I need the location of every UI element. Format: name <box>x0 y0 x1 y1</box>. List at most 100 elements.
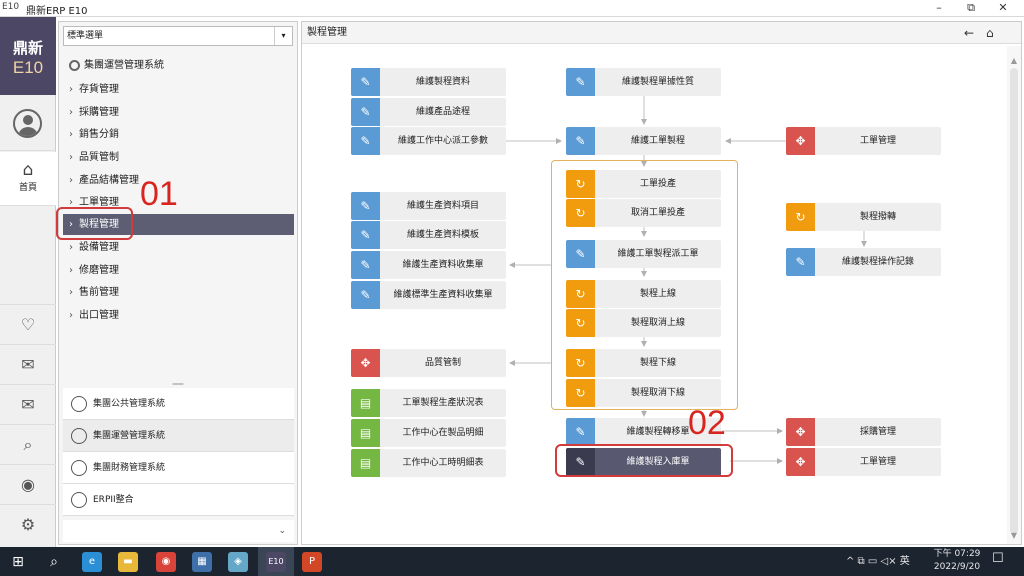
scrollbar-thumb[interactable] <box>1010 68 1018 534</box>
cycle-icon: ↻ <box>566 170 595 198</box>
chevron-down-icon[interactable]: ▾ <box>274 27 292 45</box>
system-list: 集團公共管理系統 集團運營管理系統 集團財務管理系統 ERPII整合 <box>63 388 294 516</box>
flow-node-button[interactable]: ✥ 工單管理 <box>786 448 941 476</box>
menu-selector[interactable]: 標準選單 ▾ <box>63 26 293 46</box>
edit-icon: ✎ <box>351 251 380 279</box>
erp-e10-icon[interactable]: E10 <box>266 552 286 572</box>
flow-node-button[interactable]: ✎ 維護生產資料收集單 <box>351 251 506 279</box>
mail-forward-icon[interactable]: ✉ <box>0 384 56 424</box>
menu-item[interactable]: › 售前管理 <box>63 282 294 303</box>
vertical-scrollbar[interactable]: ▲ ▼ <box>1007 46 1021 544</box>
move-icon: ✥ <box>786 418 815 446</box>
flow-node-button[interactable]: ↻ 製程下線 <box>566 349 721 377</box>
system-item-finance[interactable]: 集團財務管理系統 <box>63 452 294 484</box>
flow-node-button[interactable]: ✎ 維護製程單據性質 <box>566 68 721 96</box>
system-item-erpii[interactable]: ERPII整合 <box>63 484 294 516</box>
ring-icon <box>71 428 87 444</box>
windows-start-icon[interactable]: ⊞ <box>8 552 28 572</box>
flow-node-label: 工單投產 <box>639 179 676 189</box>
minimize-button[interactable]: – <box>924 0 954 16</box>
favorites-heart-icon[interactable]: ♡ <box>0 304 56 344</box>
flow-node-label: 工單製程生產狀況表 <box>402 398 484 408</box>
flow-node-button[interactable]: ↻ 製程取消下線 <box>566 379 721 407</box>
menu-item-label: 產品結構管理 <box>79 175 139 186</box>
left-rail: 鼎新 E10 ⌂ 首頁 ♡ ✉ ✉ ⌕ ◉ ⚙ <box>0 17 56 547</box>
flow-node-button[interactable]: ✎ 維護工單製程派工單 <box>566 240 721 268</box>
close-button[interactable]: ✕ <box>988 0 1018 16</box>
clock[interactable]: 下午 07:29 2022/9/20 <box>932 548 982 574</box>
edit-icon: ✎ <box>351 281 380 309</box>
menu-item[interactable]: › 產品結構管理 <box>63 170 294 191</box>
powerpoint-icon[interactable]: P <box>302 552 322 572</box>
chrome-browser-icon[interactable]: ◉ <box>156 552 176 572</box>
flow-node-button[interactable]: ↻ 製程上線 <box>566 280 721 308</box>
chevron-right-icon: › <box>69 287 73 298</box>
flow-node-button[interactable]: ✎ 維護標準生產資料收集單 <box>351 281 506 309</box>
flow-node-button[interactable]: ✎ 維護製程轉移單 <box>566 418 721 446</box>
menu-item[interactable]: › 存貨管理 <box>63 79 294 100</box>
notes-app-icon[interactable]: ◈ <box>228 552 248 572</box>
expand-more-button[interactable]: ⌄ <box>63 520 294 542</box>
flow-node-button[interactable]: ✥ 採購管理 <box>786 418 941 446</box>
notification-icon[interactable]: ☐ <box>992 551 1004 566</box>
menu-item[interactable]: › 採購管理 <box>63 102 294 123</box>
flow-node-button[interactable]: ✎ 維護工單製程 <box>566 127 721 155</box>
menu-item[interactable]: › 銷售分銷 <box>63 124 294 145</box>
user-avatar-button[interactable] <box>0 95 56 151</box>
menu-item[interactable]: › 設備管理 <box>63 237 294 258</box>
edit-icon: ✎ <box>566 127 595 155</box>
flow-node-button[interactable]: ✎ 維護製程資料 <box>351 68 506 96</box>
chevron-right-icon: › <box>69 242 73 253</box>
home-button[interactable]: ⌂ 首頁 <box>0 152 56 206</box>
flow-node-button[interactable]: ↻ 製程取消上線 <box>566 309 721 337</box>
flow-node-label: 工作中心工時明細表 <box>402 458 484 468</box>
cycle-icon: ↻ <box>566 309 595 337</box>
brand-logo: 鼎新 E10 <box>0 17 56 95</box>
flow-node-label: 維護製程資料 <box>415 77 470 87</box>
clock-date: 2022/9/20 <box>933 562 981 572</box>
menu-item[interactable]: › 品質管制 <box>63 147 294 168</box>
scroll-up-icon[interactable]: ▲ <box>1007 56 1021 65</box>
menu-item[interactable]: › 出口管理 <box>63 305 294 326</box>
search-icon[interactable]: ⌕ <box>44 552 64 572</box>
flow-node-button[interactable]: ↻ 取消工單投產 <box>566 199 721 227</box>
flow-node-button[interactable]: ✎ 維護生產資料項目 <box>351 192 506 220</box>
flow-node-button[interactable]: ✥ 工單管理 <box>786 127 941 155</box>
system-item-operations[interactable]: 集團運營管理系統 <box>63 420 294 452</box>
cycle-icon: ↻ <box>566 199 595 227</box>
flow-node-button[interactable]: ↻ 製程撥轉 <box>786 203 941 231</box>
flow-node-button[interactable]: ✎ 維護工作中心派工參數 <box>351 127 506 155</box>
flow-node-button[interactable]: ▤ 工單製程生產狀況表 <box>351 389 506 417</box>
flow-node-button[interactable]: ✎ 維護產品途程 <box>351 98 506 126</box>
home-icon[interactable]: ⌂ <box>986 22 994 44</box>
flow-node-button[interactable]: ✥ 品質管制 <box>351 349 506 377</box>
gear-icon[interactable]: ⚙ <box>0 504 56 544</box>
flow-node-label: 製程下線 <box>639 358 676 368</box>
mail-icon[interactable]: ✉ <box>0 344 56 384</box>
menu-item-label: 銷售分銷 <box>79 129 119 140</box>
user-settings-icon[interactable]: ◉ <box>0 464 56 504</box>
menu-item-label: 採購管理 <box>79 107 119 118</box>
menu-item[interactable]: › 修磨管理 <box>63 260 294 281</box>
scroll-down-icon[interactable]: ▼ <box>1007 531 1021 540</box>
os-taskbar: ⊞ ⌕ e ▬ ◉ ▦ ◈ E10 P ^ ⧉ ▭ ◁× 英 下午 07:29 2022/9… <box>0 547 1024 576</box>
maximize-button[interactable]: ⧉ <box>956 0 986 16</box>
menu-item-label: 存貨管理 <box>79 84 119 95</box>
search-icon[interactable]: ⌕ <box>0 424 56 464</box>
menu-item[interactable]: › 工單管理 <box>63 192 294 213</box>
calculator-icon[interactable]: ▦ <box>192 552 212 572</box>
back-arrow-icon[interactable]: ← <box>964 22 974 44</box>
flow-node-button[interactable]: ↻ 工單投產 <box>566 170 721 198</box>
edge-browser-icon[interactable]: e <box>82 552 102 572</box>
system-item-public[interactable]: 集團公共管理系統 <box>63 388 294 420</box>
flow-node-button[interactable]: ✎ 維護製程操作記錄 <box>786 248 941 276</box>
flow-node-button[interactable]: ▤ 工作中心在製品明細 <box>351 419 506 447</box>
flow-node-button[interactable]: ✎ 維護製程入庫單 <box>566 448 721 476</box>
flow-node-button[interactable]: ✎ 維護生產資料模板 <box>351 221 506 249</box>
system-tray[interactable]: ^ ⧉ ▭ ◁× 英 <box>846 552 910 567</box>
menu-item[interactable]: › 製程管理 <box>63 214 294 235</box>
chevron-right-icon: › <box>69 219 73 230</box>
file-explorer-icon[interactable]: ▬ <box>118 552 138 572</box>
menu-item-label: 修磨管理 <box>79 265 119 276</box>
flow-node-button[interactable]: ▤ 工作中心工時明細表 <box>351 449 506 477</box>
